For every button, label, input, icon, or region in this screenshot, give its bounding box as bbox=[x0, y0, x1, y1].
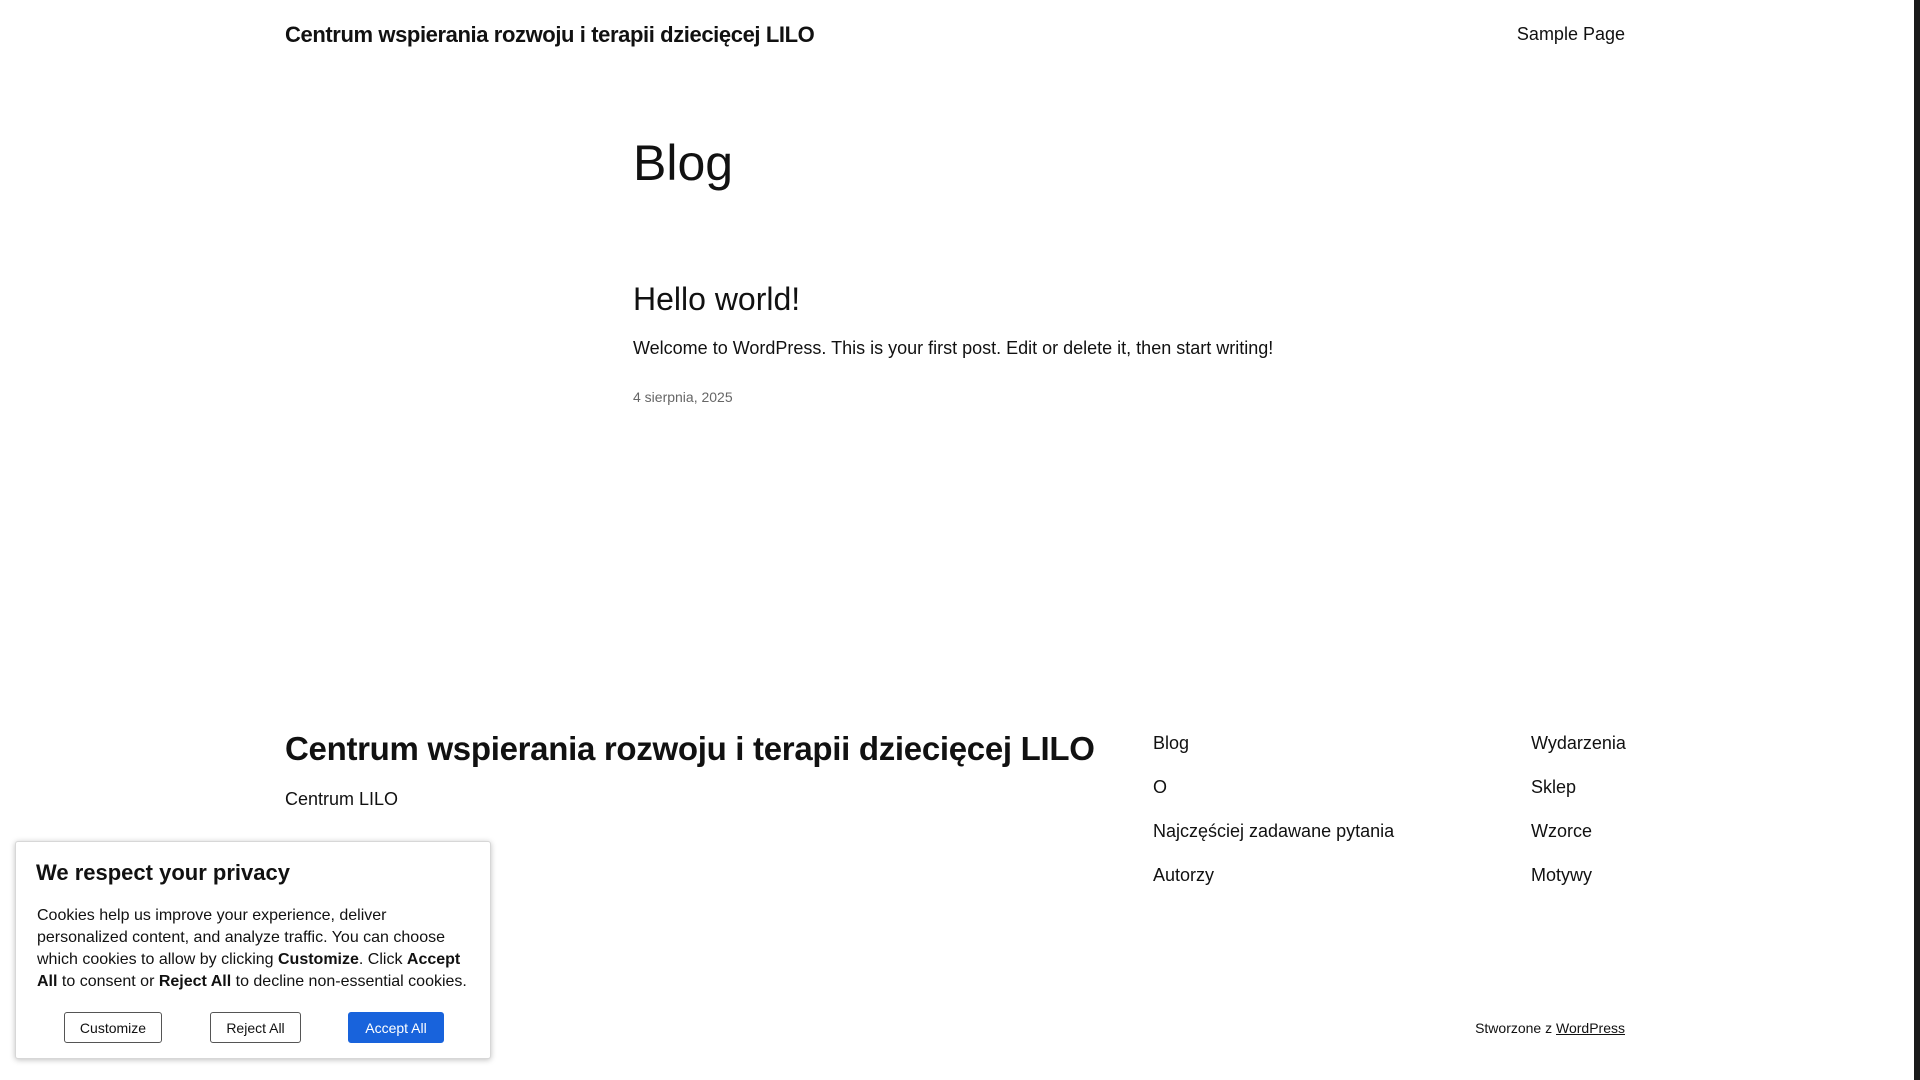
site-title-link[interactable]: Centrum wspierania rozwoju i terapii dzi… bbox=[285, 22, 815, 48]
footer-tagline: Centrum LILO bbox=[285, 789, 399, 809]
footer-nav-item: Najczęściej zadawane pytania bbox=[1153, 821, 1394, 865]
footer-credits: Stworzone z WordPress bbox=[1475, 1020, 1625, 1036]
accept-all-button[interactable]: Accept All bbox=[348, 1012, 444, 1043]
footer-link-events[interactable]: Wydarzenia bbox=[1531, 733, 1626, 753]
footer-nav-item: Sklep bbox=[1531, 777, 1626, 821]
post-date[interactable]: 4 sierpnia, 2025 bbox=[633, 389, 1433, 405]
footer-nav-item: Wzorce bbox=[1531, 821, 1626, 865]
footer-nav-item: O bbox=[1153, 777, 1394, 821]
page-title: Blog bbox=[633, 135, 734, 191]
site-header: Centrum wspierania rozwoju i terapii dzi… bbox=[285, 22, 1625, 48]
footer-link-shop[interactable]: Sklep bbox=[1531, 777, 1576, 797]
footer-link-blog[interactable]: Blog bbox=[1153, 733, 1189, 753]
cookie-text-bold: Reject All bbox=[158, 973, 232, 990]
cookie-banner-text: Cookies help us improve your experience,… bbox=[37, 905, 477, 993]
post-title-link[interactable]: Hello world! bbox=[633, 281, 1433, 317]
footer-nav-item: Wydarzenia bbox=[1531, 733, 1626, 777]
cookie-text-part: to consent or bbox=[57, 973, 159, 990]
footer-link-o[interactable]: O bbox=[1153, 777, 1167, 797]
footer-link-themes[interactable]: Motywy bbox=[1531, 865, 1592, 885]
footer-site-title[interactable]: Centrum wspierania rozwoju i terapii dzi… bbox=[285, 730, 1095, 767]
reject-all-button[interactable]: Reject All bbox=[210, 1012, 301, 1043]
footer-nav-item: Blog bbox=[1153, 733, 1394, 777]
cookie-text-part: to decline non-essential cookies. bbox=[231, 973, 467, 990]
post-excerpt: Welcome to WordPress. This is your first… bbox=[633, 338, 1274, 359]
footer-link-faq[interactable]: Najczęściej zadawane pytania bbox=[1153, 821, 1394, 841]
wordpress-link[interactable]: WordPress bbox=[1556, 1020, 1625, 1036]
footer-nav-item: Autorzy bbox=[1153, 865, 1394, 909]
customize-button[interactable]: Customize bbox=[64, 1012, 162, 1043]
cookie-banner-title: We respect your privacy bbox=[36, 860, 290, 885]
footer-nav-column-1: Blog O Najczęściej zadawane pytania Auto… bbox=[1153, 733, 1394, 909]
cookie-consent-banner: We respect your privacy Cookies help us … bbox=[15, 841, 491, 1059]
footer-nav-column-2: Wydarzenia Sklep Wzorce Motywy bbox=[1531, 733, 1626, 909]
cookie-text-part: . Click bbox=[358, 951, 407, 968]
page-scrollbar[interactable] bbox=[1914, 0, 1920, 1080]
cookie-text-bold: Customize bbox=[278, 951, 359, 968]
blog-post: Hello world! Welcome to WordPress. This … bbox=[633, 281, 1433, 405]
footer-link-authors[interactable]: Autorzy bbox=[1153, 865, 1214, 885]
credits-prefix: Stworzone z bbox=[1475, 1020, 1553, 1036]
footer-nav-item: Motywy bbox=[1531, 865, 1626, 909]
footer-link-patterns[interactable]: Wzorce bbox=[1531, 821, 1592, 841]
nav-sample-page[interactable]: Sample Page bbox=[1517, 24, 1625, 45]
